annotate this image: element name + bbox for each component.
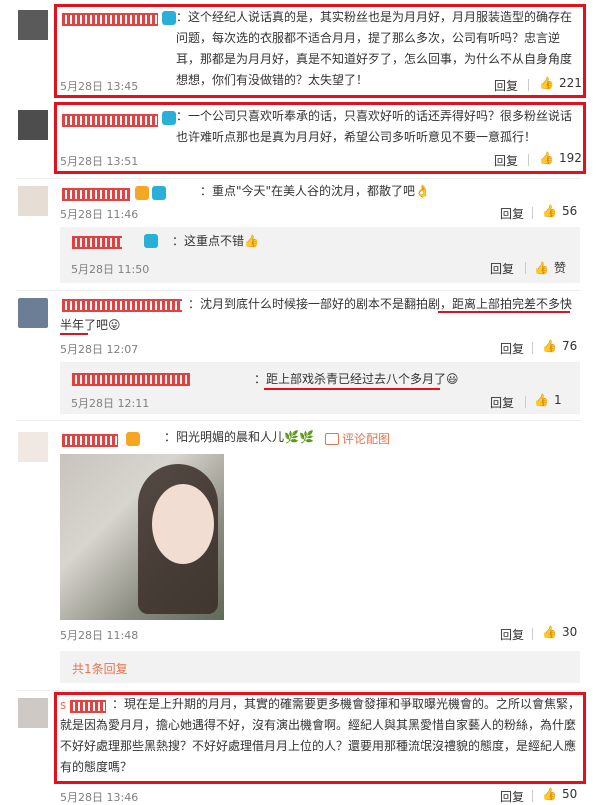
like-button[interactable]: 👍 76	[542, 339, 577, 353]
v-badge-icon	[126, 432, 140, 446]
sub-reply: ：这重点不错👍 5月28日 11:50 回复 👍 赞	[60, 227, 580, 283]
like-count: 1	[553, 393, 562, 407]
divider	[525, 262, 526, 274]
redacted-username[interactable]	[72, 236, 122, 249]
like-count: 50	[561, 787, 578, 801]
like-button[interactable]: 👍 50	[542, 787, 577, 801]
underline-mark	[438, 311, 570, 313]
like-count: 30	[561, 625, 578, 639]
comment-time: 5月28日 13:46	[60, 791, 139, 804]
like-count: 76	[561, 339, 578, 353]
divider	[532, 342, 533, 354]
reply-time: 5月28日 12:11	[71, 397, 150, 410]
highlight-box	[54, 102, 586, 174]
more-replies-link[interactable]: 共1条回复	[72, 660, 128, 677]
divider	[16, 178, 581, 179]
redacted-username[interactable]	[72, 373, 190, 386]
avatar[interactable]	[18, 698, 48, 728]
highlight-box	[54, 4, 586, 98]
avatar[interactable]	[18, 298, 48, 328]
reply-text: ：这重点不错👍	[172, 234, 259, 248]
image-icon	[325, 433, 339, 445]
thumbs-up-icon: 👍	[534, 260, 549, 275]
divider	[16, 290, 581, 291]
comment-text: ：沈月到底什么时候接一部好的剧本不是翻拍剧，距离上部拍完差不多快半年了吧😛	[60, 297, 573, 332]
divider	[16, 690, 581, 691]
comment-photo[interactable]	[60, 454, 224, 620]
redacted-username[interactable]	[62, 434, 118, 447]
reply-button[interactable]: 回复	[500, 340, 524, 357]
reply-button[interactable]: 回复	[490, 260, 514, 277]
avatar[interactable]	[18, 432, 48, 462]
redacted-username[interactable]	[62, 188, 130, 201]
avatar[interactable]	[18, 10, 48, 40]
thumbs-up-icon: 👍	[542, 787, 557, 801]
v-badge-icon	[135, 186, 149, 200]
like-count: 56	[561, 204, 578, 218]
vip-badge-icon	[144, 234, 158, 248]
thumbs-up-icon: 👍	[534, 393, 549, 407]
divider	[532, 207, 533, 219]
comment-time: 5月28日 11:48	[60, 629, 139, 642]
comment-picture-link[interactable]: 评论配图	[342, 430, 390, 447]
thumbs-up-icon: 👍	[542, 204, 557, 218]
highlight-box	[54, 692, 586, 784]
comment-text: ：阳光明媚的晨和人儿🌿🌿	[164, 430, 314, 444]
divider	[532, 790, 533, 802]
photo-face	[152, 484, 214, 564]
sub-reply: ：距上部戏杀青已经过去八个多月了😃 5月28日 12:11 回复 👍 1	[60, 362, 580, 414]
like-button[interactable]: 👍 1	[534, 393, 562, 407]
thumbs-up-icon: 👍	[542, 625, 557, 639]
avatar[interactable]	[18, 186, 48, 216]
avatar[interactable]	[18, 110, 48, 140]
divider	[16, 420, 581, 421]
reply-button[interactable]: 回复	[500, 205, 524, 222]
comment-time: 5月28日 12:07	[60, 343, 139, 356]
more-replies-bar: 共1条回复	[60, 651, 580, 683]
vip-badge-icon	[152, 186, 166, 200]
like-button[interactable]: 👍 56	[542, 204, 577, 218]
comment-time: 5月28日 11:46	[60, 208, 139, 221]
thumbs-up-icon: 👍	[542, 339, 557, 353]
like-button[interactable]: 👍 30	[542, 625, 577, 639]
divider	[532, 628, 533, 640]
reply-button[interactable]: 回复	[500, 626, 524, 643]
reply-button[interactable]: 回复	[500, 788, 524, 805]
underline-mark	[60, 333, 88, 335]
underline-mark	[264, 388, 440, 390]
reply-time: 5月28日 11:50	[71, 263, 150, 276]
divider	[525, 396, 526, 408]
reply-text: ：距上部戏杀青已经过去八个多月了😃	[254, 372, 459, 386]
comment-text: ：重点"今天"在美人谷的沈月，都散了吧👌	[200, 184, 430, 198]
reply-button[interactable]: 回复	[490, 394, 514, 411]
like-count: 赞	[553, 261, 566, 275]
like-button[interactable]: 👍 赞	[534, 259, 566, 276]
